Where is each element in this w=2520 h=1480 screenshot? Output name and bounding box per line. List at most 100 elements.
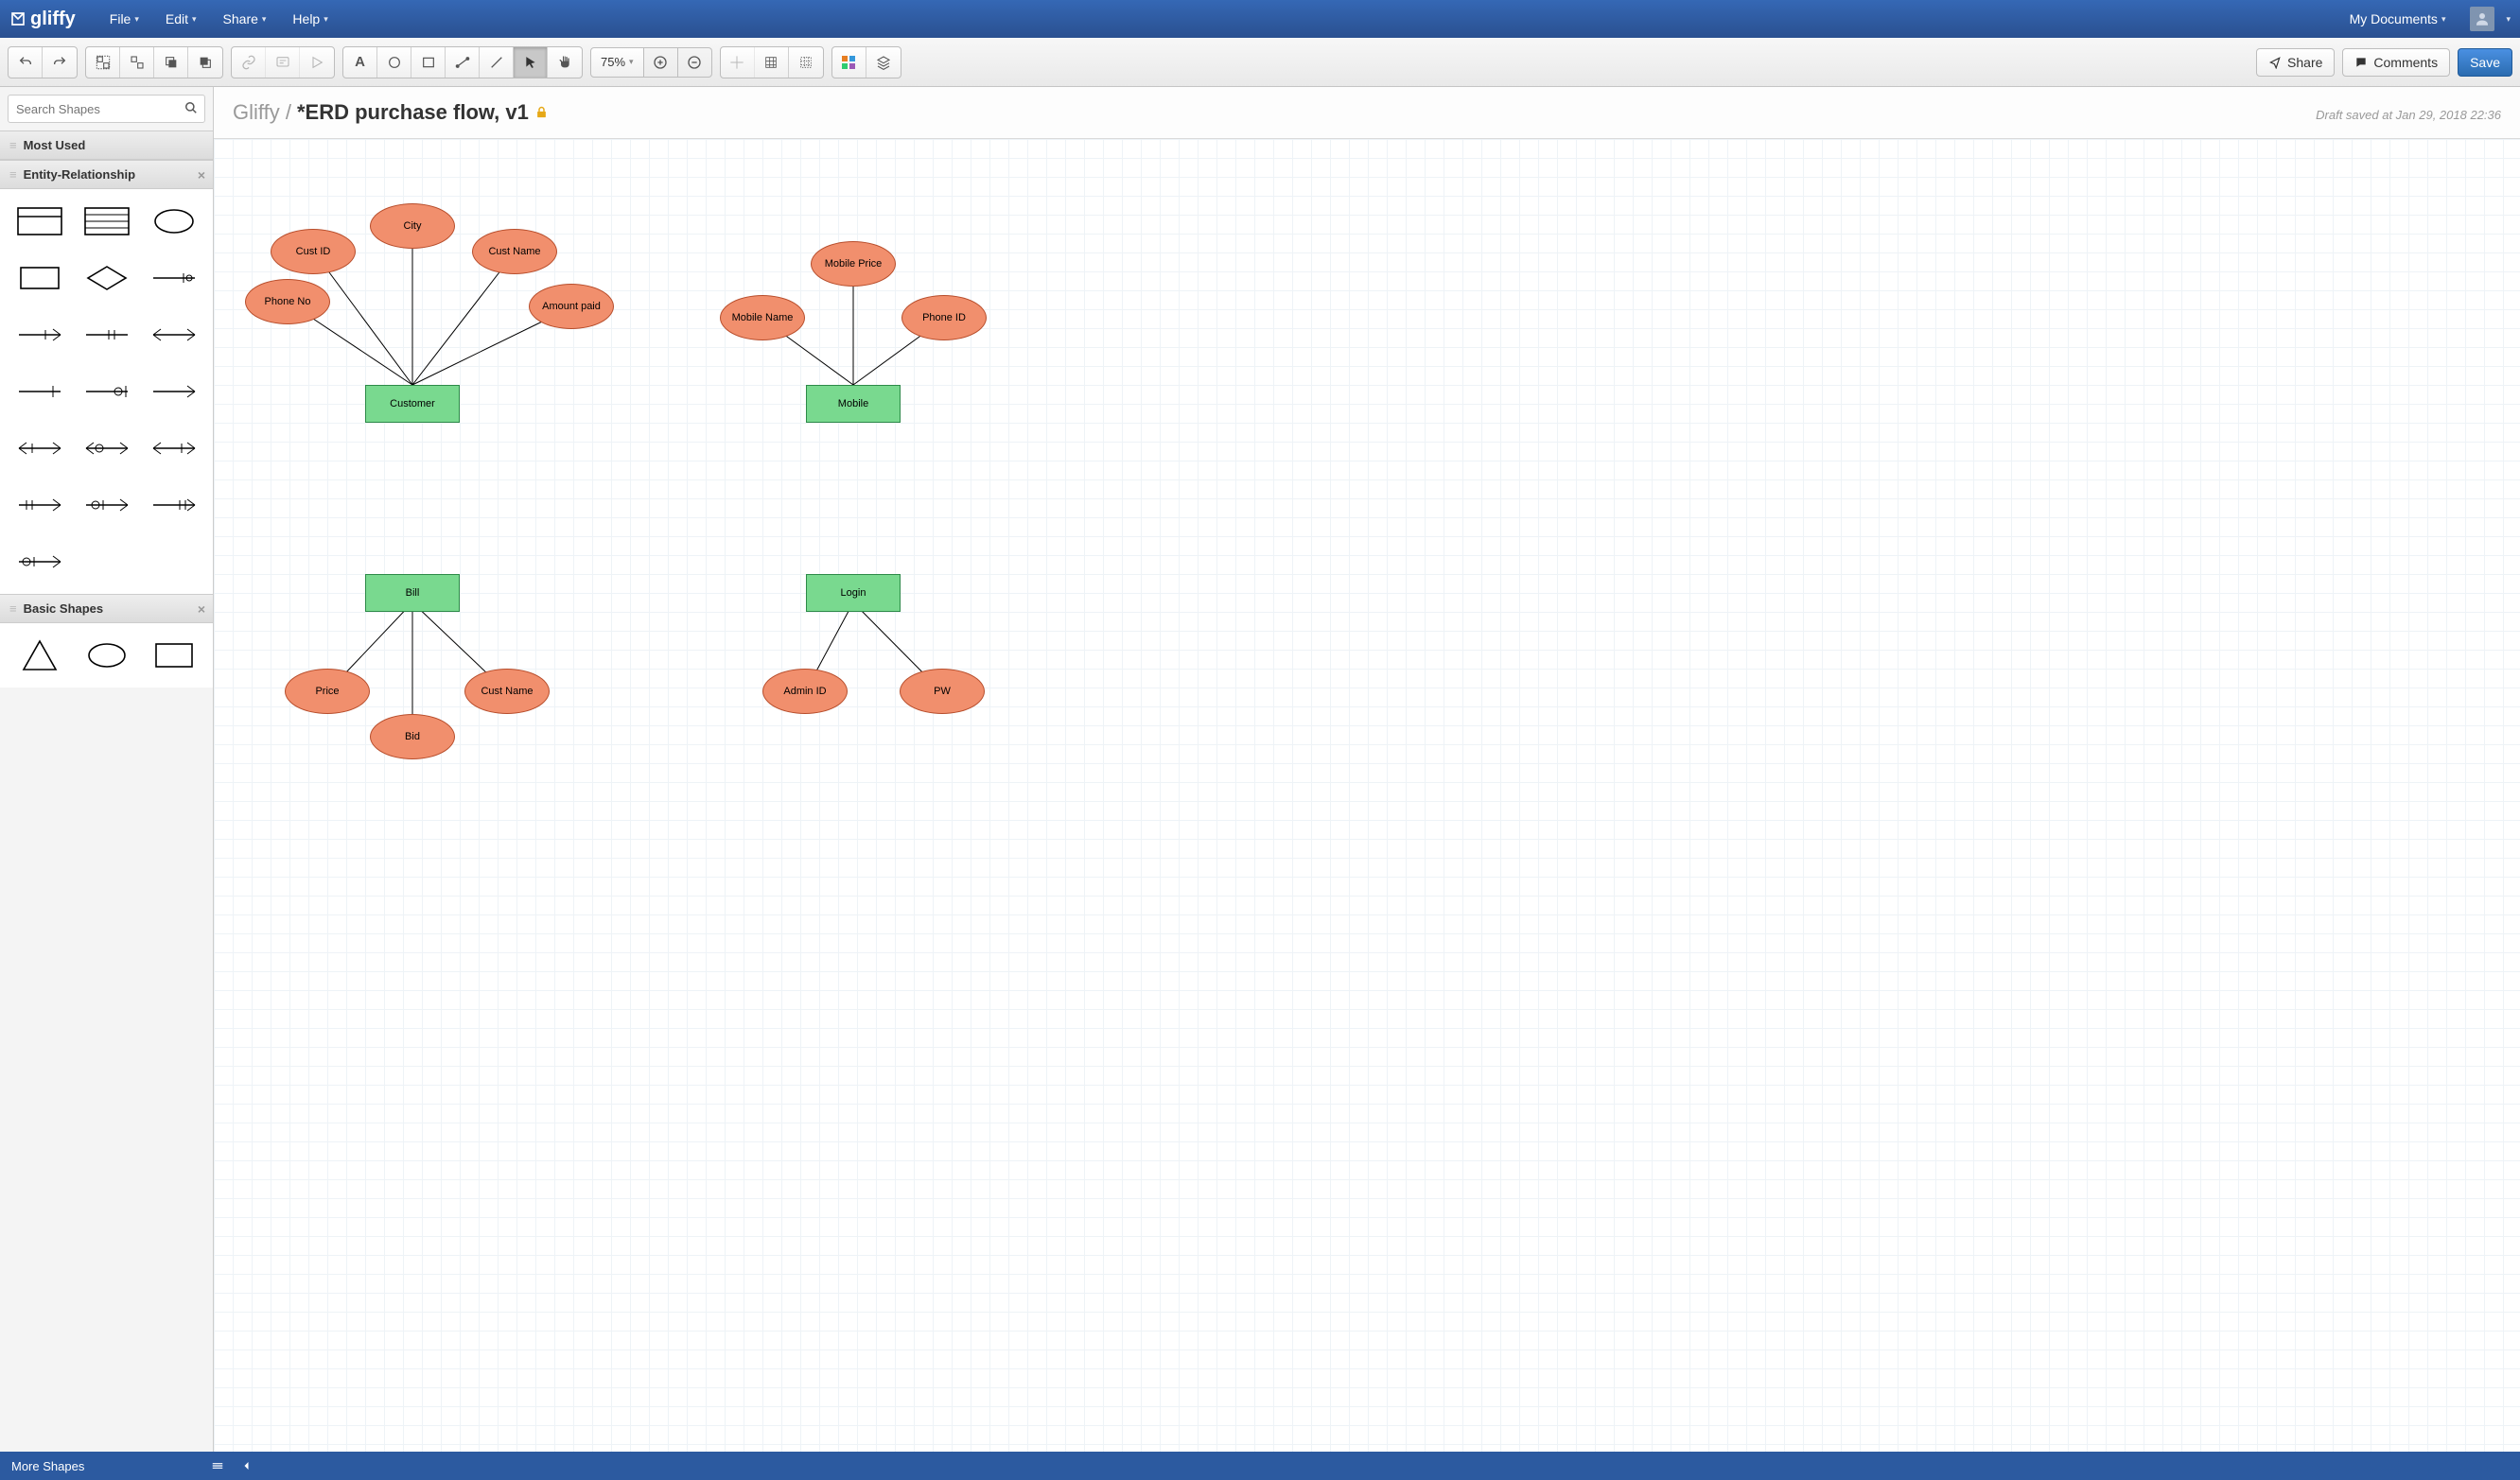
pan-tool[interactable] — [548, 47, 582, 78]
grip-icon: ≡ — [9, 167, 18, 182]
comments-button[interactable]: Comments — [2342, 48, 2450, 77]
er-shape-relationship[interactable] — [77, 255, 136, 301]
chevron-down-icon: ▾ — [192, 14, 197, 25]
er-line-one-many2[interactable] — [9, 482, 69, 528]
er-shapes-panel — [0, 189, 213, 594]
undo-button[interactable] — [9, 47, 43, 78]
comment-icon — [2354, 56, 2368, 69]
panel-most-used[interactable]: ≡ Most Used — [0, 131, 213, 160]
ellipse-tool[interactable] — [377, 47, 411, 78]
text-tool[interactable]: A — [343, 47, 377, 78]
er-shape-attribute[interactable] — [144, 199, 203, 244]
lock-icon — [534, 105, 549, 122]
app-name: gliffy — [30, 9, 76, 30]
er-line-zero-many2[interactable] — [77, 482, 136, 528]
attr-cust-id[interactable]: Cust ID — [271, 229, 356, 274]
er-shape-entity2[interactable] — [77, 199, 136, 244]
attr-cust-name-2[interactable]: Cust Name — [464, 669, 550, 714]
close-icon[interactable]: × — [198, 167, 205, 183]
my-documents-link[interactable]: My Documents▾ — [2336, 6, 2459, 32]
redo-button[interactable] — [43, 47, 77, 78]
entity-login[interactable]: Login — [806, 574, 901, 612]
basic-triangle[interactable] — [9, 633, 69, 678]
toolbar: A 75%▾ Share Comments Save — [0, 38, 2520, 87]
more-shapes-link[interactable]: More Shapes — [11, 1459, 84, 1473]
snap-grid-button — [721, 47, 755, 78]
layers-button[interactable] — [866, 47, 901, 78]
grip-icon: ≡ — [9, 601, 18, 616]
drawing-canvas[interactable]: Customer Phone No Cust ID City Cust Name… — [214, 139, 2520, 1452]
menu-edit[interactable]: Edit▾ — [152, 6, 210, 32]
attr-amount-paid[interactable]: Amount paid — [529, 284, 614, 329]
save-button[interactable]: Save — [2458, 48, 2512, 77]
person-icon — [2474, 10, 2491, 27]
basic-ellipse[interactable] — [77, 633, 136, 678]
theme-button[interactable] — [832, 47, 866, 78]
menu-help[interactable]: Help▾ — [279, 6, 341, 32]
er-line-plain[interactable] — [144, 369, 203, 414]
close-icon[interactable]: × — [198, 601, 205, 617]
zoom-in-button[interactable] — [644, 47, 678, 78]
er-line-zero-one[interactable] — [77, 369, 136, 414]
attr-phone-no[interactable]: Phone No — [245, 279, 330, 324]
attr-price[interactable]: Price — [285, 669, 370, 714]
connector-tool[interactable] — [446, 47, 480, 78]
attr-phone-id[interactable]: Phone ID — [901, 295, 987, 340]
breadcrumb[interactable]: Gliffy / — [233, 100, 291, 125]
basic-rect[interactable] — [144, 633, 203, 678]
attr-admin-id[interactable]: Admin ID — [762, 669, 848, 714]
er-line-crow2[interactable] — [77, 312, 136, 357]
zoom-level-select[interactable]: 75%▾ — [590, 47, 644, 78]
er-line-zero-many[interactable] — [77, 426, 136, 471]
attr-city[interactable]: City — [370, 203, 455, 249]
send-back-button[interactable] — [188, 47, 222, 78]
attr-mobile-name[interactable]: Mobile Name — [720, 295, 805, 340]
group-button[interactable] — [86, 47, 120, 78]
attr-mobile-price[interactable]: Mobile Price — [811, 241, 896, 287]
popup-button — [300, 47, 334, 78]
collapse-sidebar-button[interactable] — [237, 1459, 256, 1472]
er-line-one-many-rev[interactable] — [144, 426, 203, 471]
entity-customer[interactable]: Customer — [365, 385, 460, 423]
drawing-guides-button[interactable] — [789, 47, 823, 78]
er-line-crow3[interactable] — [144, 312, 203, 357]
ungroup-button[interactable] — [120, 47, 154, 78]
user-avatar[interactable] — [2470, 7, 2494, 31]
er-shape-entity[interactable] — [9, 199, 69, 244]
panel-basic-shapes[interactable]: ≡ Basic Shapes × — [0, 594, 213, 623]
er-line-one-to[interactable] — [144, 255, 203, 301]
bring-front-button[interactable] — [154, 47, 188, 78]
chevron-down-icon[interactable]: ▾ — [2506, 14, 2511, 25]
app-logo[interactable]: gliffy — [9, 9, 76, 30]
link-button — [232, 47, 266, 78]
attr-cust-name[interactable]: Cust Name — [472, 229, 557, 274]
er-line-zero-id[interactable] — [9, 539, 69, 584]
pointer-tool[interactable] — [514, 47, 548, 78]
grip-icon: ≡ — [9, 138, 18, 152]
panel-entity-relationship[interactable]: ≡ Entity-Relationship × — [0, 160, 213, 189]
er-line-id[interactable] — [144, 482, 203, 528]
er-line-crow1[interactable] — [9, 312, 69, 357]
attr-bid[interactable]: Bid — [370, 714, 455, 759]
note-button — [266, 47, 300, 78]
search-shapes-input[interactable] — [8, 95, 205, 123]
er-shape-rect[interactable] — [9, 255, 69, 301]
menu-file[interactable]: File▾ — [96, 6, 152, 32]
share-button[interactable]: Share — [2256, 48, 2335, 77]
show-grid-button[interactable] — [755, 47, 789, 78]
zoom-out-button[interactable] — [678, 47, 712, 78]
er-line-one[interactable] — [9, 369, 69, 414]
line-tool[interactable] — [480, 47, 514, 78]
entity-bill[interactable]: Bill — [365, 574, 460, 612]
fit-width-button[interactable] — [207, 1459, 228, 1472]
er-line-many-many[interactable] — [9, 426, 69, 471]
chevron-down-icon: ▾ — [2441, 14, 2446, 25]
rect-tool[interactable] — [411, 47, 446, 78]
entity-mobile[interactable]: Mobile — [806, 385, 901, 423]
menu-share[interactable]: Share▾ — [210, 6, 280, 32]
draft-status: Draft saved at Jan 29, 2018 22:36 — [2316, 108, 2501, 122]
shapes-sidebar: ≡ Most Used ≡ Entity-Relationship × — [0, 87, 214, 1452]
chevron-down-icon: ▾ — [262, 14, 267, 25]
attr-pw[interactable]: PW — [900, 669, 985, 714]
document-title[interactable]: *ERD purchase flow, v1 — [297, 100, 529, 125]
